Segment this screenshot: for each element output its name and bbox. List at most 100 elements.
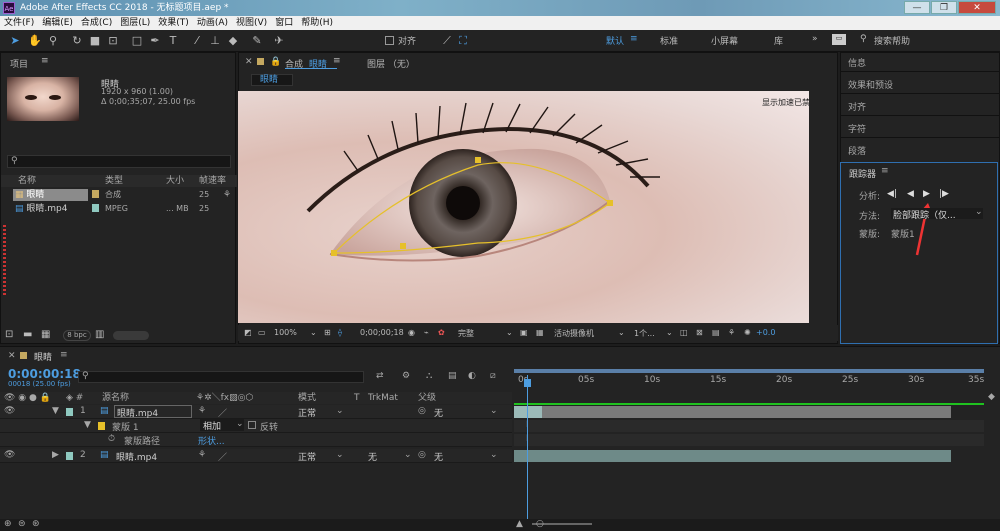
trkmat-select[interactable]: 无 [368,450,377,463]
tracker-title[interactable]: 跟踪器 [849,167,876,180]
mask-path-row[interactable]: ⏱ 蒙版路径 形状... [0,433,512,447]
roto-brush-icon[interactable]: ✎ [250,34,264,48]
panel-character[interactable]: 字符 [848,122,866,135]
label-color-swatch[interactable] [92,190,99,198]
fast-preview-icon[interactable]: ⊠ [696,328,703,337]
project-row-comp[interactable]: ▦ 眼睛 [13,189,88,201]
minimize-icon[interactable]: — [904,1,930,14]
panel-menu-icon[interactable]: ≡ [60,350,68,360]
stopwatch-icon[interactable]: ⏱ [108,434,115,444]
mask-color-swatch[interactable] [98,422,105,430]
layer-name[interactable]: 眼睛.mp4 [116,450,157,463]
quality-switch-icon[interactable]: ／ [218,450,227,463]
dropdown-icon[interactable]: ⌄ [310,328,317,337]
layer-bar[interactable] [514,450,951,462]
frame-blending-icon[interactable]: ▤ [448,371,457,381]
analyze-backward-icon[interactable]: ◀ [907,189,914,199]
menu-file[interactable]: 文件(F) [0,16,38,30]
visibility-icon[interactable]: 👁 [4,450,15,460]
panel-menu-icon[interactable]: ≡ [41,56,49,66]
new-folder-icon[interactable]: ▬ [23,329,32,340]
timeline-timecode[interactable]: 0:00:00:18 [8,367,81,381]
analyze-back-frame-icon[interactable]: ◀| [887,189,897,199]
toggle-switches-icon[interactable]: ⊕ [4,519,12,529]
workspace-small-screen[interactable]: 小屏幕 [711,34,738,47]
layer-name[interactable]: 眼睛.mp4 [114,405,192,419]
label-color-swatch[interactable] [92,204,99,212]
camera-tool-icon[interactable]: ■ [88,34,102,48]
timeline-comp-tab[interactable]: 眼睛 [34,350,52,363]
grid-icon[interactable]: ⊞ [324,328,331,337]
col-mode[interactable]: 模式 [298,392,316,404]
shy-switch-icon[interactable]: ⚘ [198,406,206,416]
invert-checkbox[interactable] [248,421,256,429]
mask-toggle-icon[interactable]: ⟠ [338,328,342,337]
close-tab-icon[interactable]: ✕ [245,57,253,67]
expand-icon[interactable]: ▼ [84,420,91,430]
more-workspaces-icon[interactable]: » [812,34,818,44]
label-color-swatch[interactable] [66,452,73,460]
snapshot-icon[interactable]: ◉ [408,328,415,337]
workspace-library[interactable]: 库 [774,34,783,47]
panel-effects-presets[interactable]: 效果和预设 [848,78,893,91]
col-name[interactable]: 名称 [18,175,36,187]
zoom-out-icon[interactable]: ▲ [516,519,523,529]
timeline-search-input[interactable]: ⚲ [78,371,364,383]
parent-pickwhip-icon[interactable]: ◎ [418,406,426,416]
flowchart-icon[interactable]: ⚘ [223,189,231,201]
channel-icon[interactable]: ✿ [438,328,445,337]
sync-settings-icon[interactable]: ▭ [832,34,846,45]
menu-help[interactable]: 帮助(H) [297,16,337,30]
parent-select[interactable]: 无 [434,406,443,419]
panel-menu-icon[interactable]: ≡ [881,166,889,176]
lock-icon[interactable]: 🔒 [270,57,281,67]
zoom-tool-icon[interactable]: ⚲ [46,34,60,48]
parent-select[interactable]: 无 [434,450,443,463]
expand-icon[interactable]: ▶ [52,450,59,460]
layer-row[interactable]: 👁 ▼ 1 ▤ 眼睛.mp4 ⚘ ／ 正常 ⌄ ◎ 无 ⌄ [0,405,512,419]
menu-composition[interactable]: 合成(C) [77,16,116,30]
comp-marker-icon[interactable]: ◆ [988,392,995,402]
resolution-select[interactable]: 完整 [458,328,474,339]
shy-switch-icon[interactable]: ⚘ [198,450,206,460]
mask-select[interactable]: 蒙版1 [891,227,915,240]
camera-select[interactable]: 活动摄像机 [554,328,594,339]
type-tool-icon[interactable]: T [166,34,180,48]
views-select[interactable]: 1个... [634,328,655,339]
toggle-modes-icon[interactable]: ⊜ [18,519,26,529]
snap-target-icon[interactable]: ⛶ [456,34,470,48]
workspace-default[interactable]: 默认 [606,34,624,47]
blend-mode-select[interactable]: 正常 [298,450,316,463]
tab-layer[interactable]: 图层 （无） [367,57,415,70]
menu-animation[interactable]: 动画(A) [193,16,232,30]
project-search-input[interactable]: ⚲ [7,155,231,168]
mask-row[interactable]: ▼ 蒙版 1 相加 ⌄ 反转 [0,419,512,433]
new-comp-icon[interactable]: ▦ [41,329,50,340]
workspace-menu-icon[interactable]: ≡ [630,34,638,44]
dropdown-icon[interactable]: ⌄ [336,450,344,460]
panel-align[interactable]: 对齐 [848,100,866,113]
brush-tool-icon[interactable]: ⁄ [190,34,204,48]
exposure-value[interactable]: +0.0 [756,328,775,337]
exposure-icon[interactable]: ✺ [744,328,751,337]
current-time[interactable]: 0;00;00;18 [360,328,404,337]
timeline-icon[interactable]: ▤ [712,328,720,337]
col-type[interactable]: 类型 [105,175,123,187]
preview-icon[interactable]: ◩ [244,328,252,337]
dropdown-icon[interactable]: ⌄ [490,406,498,416]
dropdown-icon[interactable]: ⌄ [490,450,498,460]
flowchart-icon[interactable]: ⚘ [728,328,735,337]
panel-paragraph[interactable]: 段落 [848,144,866,157]
thumbnail-slider[interactable] [113,331,149,340]
rectangle-tool-icon[interactable]: □ [130,34,144,48]
composition-canvas[interactable]: 显示加速已禁用 [238,91,809,323]
pan-behind-icon[interactable]: ⊡ [106,34,120,48]
col-fps[interactable]: 帧速率 [199,175,226,187]
clone-stamp-icon[interactable]: ⊥ [208,34,222,48]
eraser-tool-icon[interactable]: ◆ [226,34,240,48]
draft-3d-icon[interactable]: ⚙ [402,371,410,381]
viewer-menu-icon[interactable]: ≡ [333,56,341,66]
hand-tool-icon[interactable]: ✋ [28,34,42,48]
visibility-icon[interactable]: 👁 [4,406,15,416]
col-parent[interactable]: 父级 [418,392,436,404]
